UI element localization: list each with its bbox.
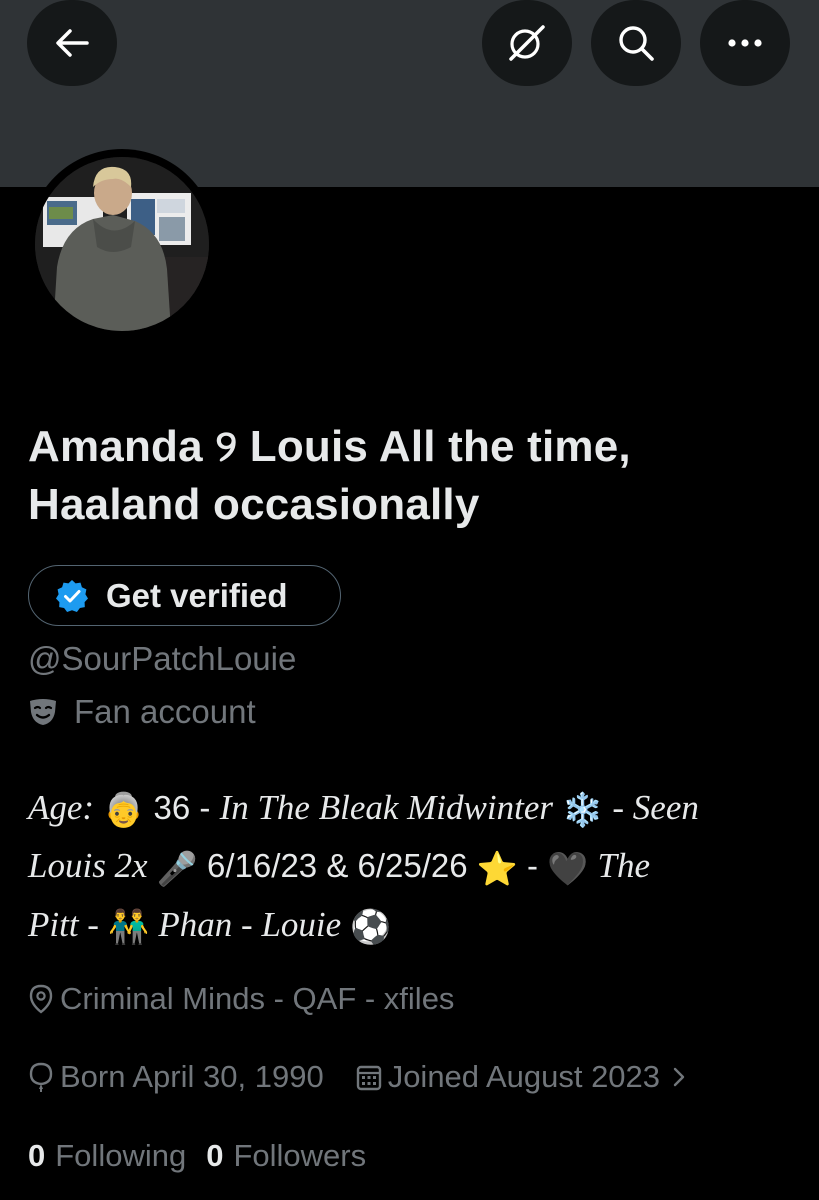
microphone-emoji-icon: 🎤 (156, 849, 198, 887)
two-men-emoji-icon: 👬 (108, 907, 150, 945)
followers-label: Followers (233, 1138, 367, 1173)
more-button[interactable] (700, 0, 790, 86)
verified-badge-icon (56, 579, 88, 612)
grok-button[interactable] (482, 0, 572, 86)
more-horizontal-icon (728, 39, 762, 47)
arrow-left-icon (56, 29, 89, 57)
bio-pitt: Pitt - (28, 904, 99, 944)
follow-stats: 0 Following 0 Followers (28, 1134, 366, 1178)
joined-label: Joined August 2023 (387, 1059, 661, 1094)
get-verified-button[interactable]: Get verified (28, 565, 341, 626)
followers-link[interactable]: 0 Followers (206, 1134, 366, 1178)
bio-dash: - (527, 847, 539, 885)
following-label: Following (55, 1138, 187, 1173)
chevron-right-icon (673, 1067, 685, 1087)
profile-category: Fan account (28, 690, 256, 734)
following-link[interactable]: 0 Following (28, 1134, 186, 1178)
black-heart-emoji-icon: 🖤 (547, 849, 589, 887)
bio-louis: Louis 2x (28, 846, 148, 886)
bio-age-value: 36 - (153, 789, 211, 826)
soccer-ball-emoji-icon: ⚽ (350, 907, 392, 945)
profile-page: Amanda ୨ Louis All the time, Haaland occ… (0, 0, 819, 1200)
username-handle: @SourPatchLouie (28, 640, 297, 677)
joined-date[interactable]: Joined August 2023 (356, 1055, 692, 1099)
category-label: Fan account (74, 693, 256, 730)
grok-icon (509, 25, 545, 61)
location-label: Criminal Minds - QAF - xfiles (60, 981, 455, 1016)
bio-the: The (597, 846, 650, 886)
bio-text: Age: 👵 36 - In The Bleak Midwinter ❄️ - … (28, 780, 798, 955)
bio-age-label: Age: (28, 788, 95, 827)
bio-dates: 6/16/23 & 6/25/26 (207, 847, 468, 885)
avatar[interactable] (27, 149, 217, 339)
back-button[interactable] (27, 0, 117, 86)
bio-phan: Phan - Louie (158, 904, 342, 944)
get-verified-label: Get verified (106, 576, 288, 614)
location-pin-icon (29, 984, 53, 1014)
avatar-photo (35, 157, 209, 331)
bio-midwinter: In The Bleak Midwinter (219, 788, 553, 827)
balloon-icon (29, 1062, 53, 1092)
profile-dates: Born April 30, 1990 Joined August 2023 (28, 1055, 692, 1099)
display-name: Amanda ୨ Louis All the time, Haaland occ… (28, 422, 631, 529)
snowflake-emoji-icon: ❄️ (562, 791, 604, 829)
birthday-label: Born April 30, 1990 (60, 1059, 324, 1094)
calendar-icon (356, 1065, 381, 1091)
bio-seen: - Seen (612, 788, 699, 827)
star-emoji-icon: ⭐ (476, 849, 518, 887)
theater-mask-icon (30, 699, 56, 725)
search-icon (619, 26, 654, 61)
search-button[interactable] (591, 0, 681, 86)
followers-count: 0 (206, 1138, 224, 1173)
following-count: 0 (28, 1138, 46, 1173)
older-woman-emoji-icon: 👵 (103, 791, 145, 829)
profile-location: Criminal Minds - QAF - xfiles (28, 977, 454, 1021)
